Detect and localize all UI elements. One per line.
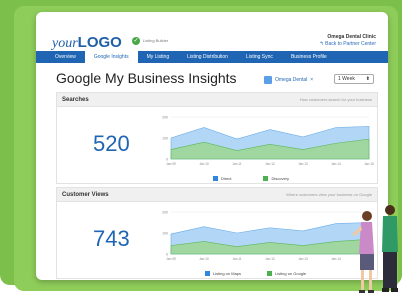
views-chart: 200 100 0Jan 09 Jan 10 Jan 11 Jan 12 Jan 13 Jan… bbox=[162, 211, 374, 262]
y-tick-label: 100 bbox=[162, 137, 168, 141]
x-tick-label: Jan 11 bbox=[232, 162, 242, 166]
x-tick-label: Jan 09 bbox=[166, 162, 176, 166]
customer-views-card: Customer Views Where customers view your… bbox=[56, 187, 378, 279]
account-name: Omega Dental bbox=[275, 77, 308, 83]
man-illustration bbox=[382, 205, 398, 292]
x-tick-label: Jan 09 bbox=[166, 257, 176, 261]
legend-swatch-discovery bbox=[263, 176, 269, 181]
listing-builder-icon: ✓ bbox=[132, 37, 140, 45]
views-title: Customer Views bbox=[62, 192, 109, 198]
date-range-value: 1 Week bbox=[338, 76, 355, 82]
legend-label-discovery: Discovery bbox=[271, 176, 290, 181]
y-tick-label: 0 bbox=[166, 158, 168, 162]
views-subtitle: Where customers view your business on Go… bbox=[286, 192, 372, 197]
logo-light: your bbox=[52, 36, 78, 51]
main-nav: Overview Google Insights My Listing List… bbox=[36, 51, 388, 63]
x-tick-label: Jan 13 bbox=[298, 257, 308, 261]
tab-my-listing[interactable]: My Listing bbox=[138, 51, 179, 63]
clinic-name: Omega Dental Clinic bbox=[327, 34, 376, 40]
x-tick-label: Jan 13 bbox=[298, 162, 308, 166]
x-tick-label: Jan 14 bbox=[331, 257, 341, 261]
views-legend: Listing on Maps Listing on Google bbox=[205, 271, 306, 276]
back-to-partner-center-link[interactable]: ↰ Back to Partner Center bbox=[320, 41, 376, 48]
searches-subtitle: How customers search for your business bbox=[299, 97, 372, 102]
x-tick-label: Jan 10 bbox=[199, 162, 209, 166]
date-range-select[interactable]: 1 Week ⬍ bbox=[334, 74, 374, 84]
select-caret-icon: ⬍ bbox=[365, 76, 370, 82]
searches-chart: 200 100 0Jan 09 Jan 10 Jan 11 Jan 12 Jan 13 Jan… bbox=[162, 116, 374, 167]
back-link-label: Back to Partner Center bbox=[325, 41, 376, 47]
tab-google-insights[interactable]: Google Insights bbox=[84, 51, 138, 63]
listing-builder-label: Listing Builder bbox=[143, 38, 169, 43]
y-tick-label: 200 bbox=[162, 116, 168, 120]
back-arrow-icon: ↰ bbox=[319, 41, 324, 47]
header: yourLOGO ✓ Listing Builder Omega Dental … bbox=[36, 12, 388, 52]
logo[interactable]: yourLOGO bbox=[52, 34, 122, 52]
logo-bold: LOGO bbox=[77, 34, 122, 51]
legend-label-direct: Direct bbox=[221, 176, 232, 181]
x-tick-label: Jan 12 bbox=[265, 162, 275, 166]
tab-overview[interactable]: Overview bbox=[46, 51, 85, 63]
page-title: Google My Business Insights bbox=[56, 70, 237, 86]
searches-card: Searches How customers search for your b… bbox=[56, 92, 378, 184]
searches-card-header: Searches How customers search for your b… bbox=[57, 93, 377, 107]
searches-total: 520 bbox=[93, 131, 130, 156]
legend-swatch-direct bbox=[213, 176, 218, 181]
account-filter[interactable]: Omega Dental × bbox=[264, 74, 313, 86]
business-icon bbox=[264, 76, 272, 84]
searches-legend: Direct Discovery bbox=[213, 176, 289, 181]
x-tick-label: Jan 15 bbox=[364, 162, 374, 166]
x-tick-label: Jan 11 bbox=[232, 257, 242, 261]
views-total: 743 bbox=[93, 226, 130, 251]
legend-label-maps: Listing on Maps bbox=[213, 271, 242, 276]
tab-listing-distribution[interactable]: Listing Distribution bbox=[178, 51, 237, 63]
y-tick-label: 200 bbox=[162, 211, 168, 215]
y-tick-label: 100 bbox=[162, 232, 168, 236]
searches-title: Searches bbox=[62, 97, 89, 103]
tab-business-profile[interactable]: Business Profile bbox=[282, 51, 336, 63]
woman-illustration bbox=[352, 211, 374, 293]
legend-swatch-google bbox=[267, 271, 273, 276]
legend-swatch-maps bbox=[205, 271, 210, 276]
tab-listing-sync[interactable]: Listing Sync bbox=[237, 51, 282, 63]
views-card-header: Customer Views Where customers view your… bbox=[57, 188, 377, 202]
x-tick-label: Jan 12 bbox=[265, 257, 275, 261]
x-tick-label: Jan 10 bbox=[199, 257, 209, 261]
close-icon[interactable]: × bbox=[310, 77, 313, 83]
app-window: yourLOGO ✓ Listing Builder Omega Dental … bbox=[36, 12, 388, 280]
legend-label-google: Listing on Google bbox=[275, 271, 307, 276]
clinic-info: Omega Dental Clinic ↰ Back to Partner Ce… bbox=[320, 34, 376, 48]
y-tick-label: 0 bbox=[166, 253, 168, 257]
x-tick-label: Jan 14 bbox=[331, 162, 341, 166]
